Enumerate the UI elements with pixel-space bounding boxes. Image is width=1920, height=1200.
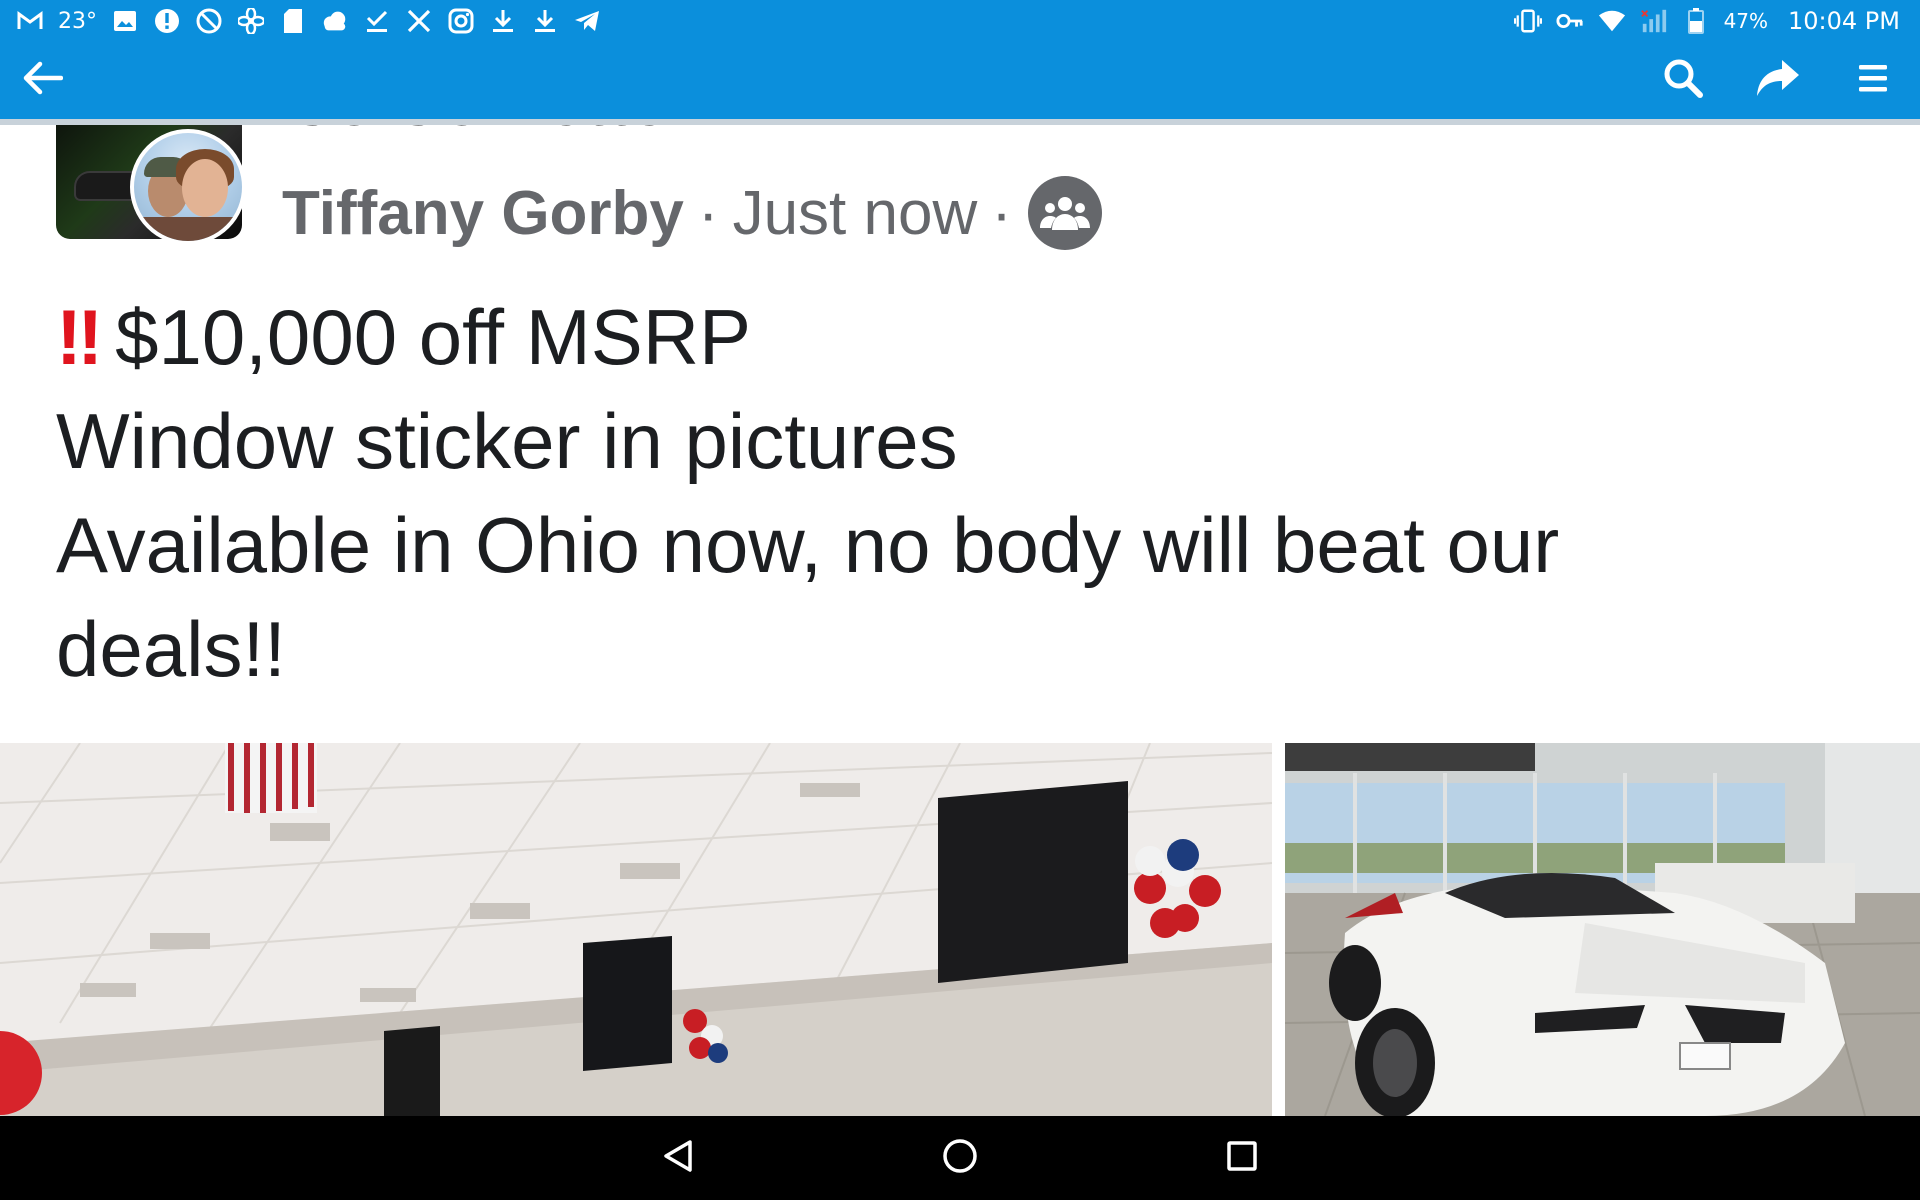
search-button[interactable] <box>1635 42 1730 119</box>
telegram-icon <box>573 7 601 35</box>
meta-separator: · <box>697 178 719 248</box>
status-bar-system: 47% 10:04 PM <box>1513 7 1900 35</box>
battery-percent: 47% <box>1723 9 1769 33</box>
check-download-icon <box>363 7 391 35</box>
wifi-icon <box>1598 7 1626 35</box>
group-icon <box>1027 176 1102 250</box>
nav-home-button[interactable] <box>819 1116 1101 1200</box>
meta-separator: · <box>991 178 1012 248</box>
menu-icon <box>1857 62 1889 99</box>
avatar[interactable] <box>130 129 246 245</box>
battery-icon <box>1682 7 1710 35</box>
fan-icon <box>237 7 265 35</box>
avatar-shirt <box>134 217 242 241</box>
post-photos <box>0 743 1920 1116</box>
nav-back-button[interactable] <box>537 1116 819 1200</box>
back-button[interactable] <box>2 42 82 119</box>
alert-icon <box>153 7 181 35</box>
post-text-line-1: $10,000 off MSRP <box>115 293 752 381</box>
instagram-icon <box>447 7 475 35</box>
avatar-face-right <box>182 159 228 217</box>
download-icon <box>489 7 517 35</box>
double-exclamation-emoji: ‼ <box>56 293 103 381</box>
author-name[interactable]: Tiffany Gorby <box>282 178 684 249</box>
blocked-icon <box>195 7 223 35</box>
white-corvette-photo[interactable] <box>1285 743 1920 1116</box>
share-icon <box>1756 58 1800 103</box>
nav-back-icon <box>662 1139 694 1178</box>
share-button[interactable] <box>1730 42 1825 119</box>
facebook-post: C8 Corvette Tiffany Gorby · Just now · ‼… <box>0 125 1920 745</box>
app-bar-actions <box>1635 42 1920 119</box>
dealership-interior-photo[interactable] <box>0 743 1272 1116</box>
nav-recents-icon <box>1226 1140 1258 1177</box>
post-text-line-4: deals!! <box>56 605 286 693</box>
post-text-line: ‼ $10,000 off MSRP <box>56 285 1756 389</box>
post-text-line-2: Window sticker in pictures <box>56 397 958 485</box>
clock: 10:04 PM <box>1788 7 1900 35</box>
arrow-back-icon <box>21 61 64 100</box>
post-text-line-3: Available in Ohio now, no body will beat… <box>56 501 1560 589</box>
status-bar: 23° 47% 10:04 PM <box>0 0 1920 42</box>
sd-card-icon <box>279 7 307 35</box>
nav-home-icon <box>942 1138 978 1179</box>
menu-button[interactable] <box>1825 42 1920 119</box>
post-text: ‼ $10,000 off MSRP Window sticker in pict… <box>56 285 1756 701</box>
search-icon <box>1663 58 1703 103</box>
download-icon <box>531 7 559 35</box>
group-title[interactable]: C8 Corvette <box>286 125 668 141</box>
cloud-icon <box>321 7 349 35</box>
vpn-key-icon <box>1556 7 1584 35</box>
post-time[interactable]: Just now <box>733 178 978 249</box>
gmail-icon <box>16 7 44 35</box>
signal-icon <box>1640 7 1668 35</box>
app-bar <box>0 42 1920 119</box>
image-icon <box>111 7 139 35</box>
post-meta: Tiffany Gorby · Just now · <box>282 173 1102 253</box>
status-bar-notifications: 23° <box>16 7 601 35</box>
vibrate-icon <box>1513 7 1542 35</box>
navigation-bar <box>0 1116 1920 1200</box>
x-icon <box>405 7 433 35</box>
temperature-text: 23° <box>58 8 97 34</box>
nav-recents-button[interactable] <box>1101 1116 1383 1200</box>
